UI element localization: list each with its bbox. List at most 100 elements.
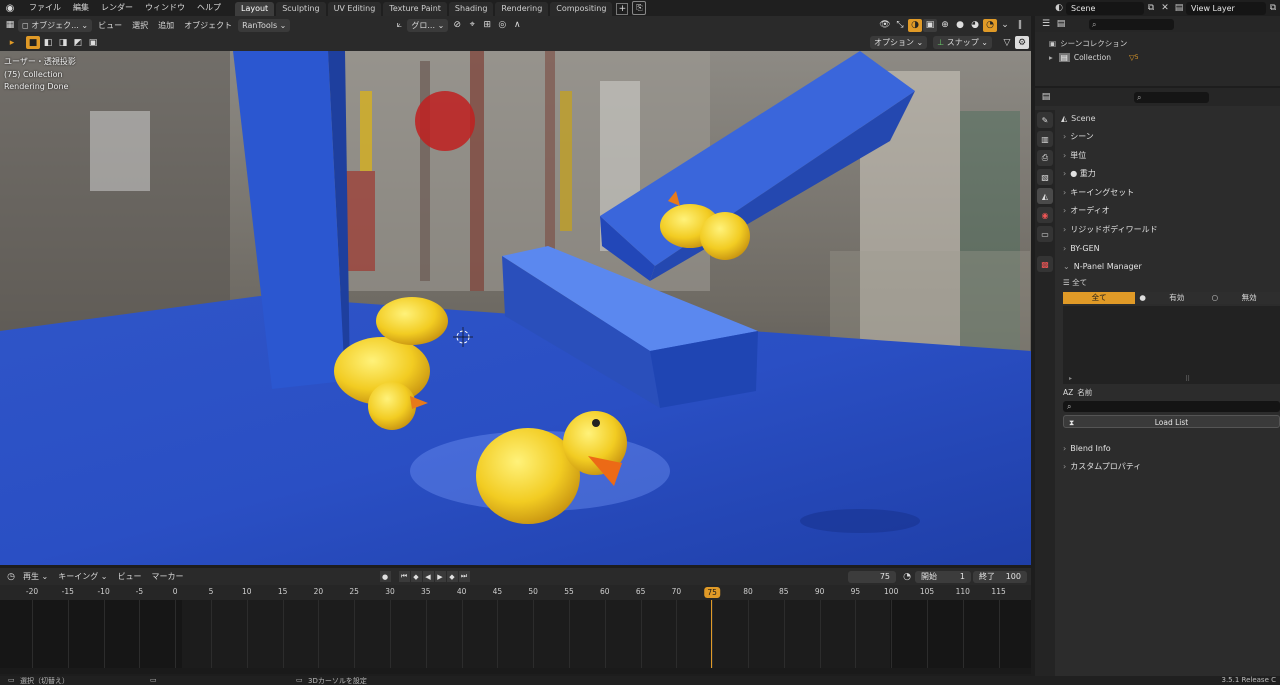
- menu-help[interactable]: ヘルプ: [191, 0, 227, 16]
- timeline-body[interactable]: [0, 600, 1031, 670]
- section-scene[interactable]: › シーン: [1059, 128, 1280, 147]
- expand-chevron-icon[interactable]: ▸: [1049, 53, 1053, 62]
- npanel-search-input[interactable]: ⌕: [1063, 400, 1280, 412]
- gizmo-icon[interactable]: ⤡: [893, 19, 907, 32]
- select-intersect-icon[interactable]: ▣: [86, 36, 100, 49]
- world-tab-icon[interactable]: ◉: [1037, 207, 1053, 223]
- menu-object[interactable]: オブジェクト: [180, 19, 236, 32]
- menu-select[interactable]: 選択: [128, 19, 152, 32]
- select-invert-icon[interactable]: ◩: [71, 36, 85, 49]
- prev-keyframe-icon[interactable]: ◆: [410, 571, 422, 582]
- tab-sculpting[interactable]: Sculpting: [276, 2, 326, 16]
- collection-tab-icon[interactable]: ▭: [1037, 226, 1053, 242]
- playhead-line[interactable]: [711, 600, 712, 670]
- section-blend-info[interactable]: › Blend Info: [1059, 440, 1280, 459]
- menu-keying[interactable]: キーイング ⌄: [54, 570, 111, 583]
- solid-shading-icon[interactable]: ●: [953, 19, 967, 32]
- menu-window[interactable]: ウィンドウ: [139, 0, 191, 16]
- properties-editor-icon[interactable]: ▤: [1039, 91, 1053, 104]
- output-tab-icon[interactable]: ⎙: [1037, 150, 1053, 166]
- tab-uv-editing[interactable]: UV Editing: [327, 2, 382, 16]
- snap-toggle-icon[interactable]: ⌖: [465, 19, 479, 32]
- tab-layout[interactable]: Layout: [235, 2, 275, 16]
- shading-options-icon[interactable]: ⌄: [998, 19, 1012, 32]
- rendered-shading-icon[interactable]: ◔: [983, 18, 997, 32]
- menu-playback[interactable]: 再生 ⌄: [19, 570, 52, 583]
- orientation-dropdown[interactable]: グロ... ⌄: [407, 18, 449, 32]
- menu-marker[interactable]: マーカー: [148, 570, 188, 583]
- select-extend-icon[interactable]: ◧: [41, 36, 55, 49]
- tab-shading[interactable]: Shading: [448, 2, 494, 16]
- section-rigid-body-world[interactable]: › リジッドボディワールド: [1059, 221, 1280, 240]
- scene-name-field[interactable]: Scene: [1066, 1, 1144, 15]
- jump-start-icon[interactable]: ⏮: [398, 571, 410, 582]
- section-npanel-manager[interactable]: ⌄ N-Panel Manager: [1059, 258, 1280, 277]
- display-mode-icon[interactable]: ▤: [1054, 18, 1068, 31]
- properties-search-input[interactable]: ⌕: [1134, 91, 1209, 103]
- copy-scene-icon[interactable]: ⧉: [1144, 2, 1158, 15]
- section-custom-properties[interactable]: › カスタムプロパティ: [1059, 458, 1280, 477]
- record-icon[interactable]: ●: [379, 571, 391, 582]
- seg-enabled-button[interactable]: ● 有効: [1135, 291, 1208, 304]
- timeline-editor-icon[interactable]: ◷: [4, 570, 18, 583]
- select-new-icon[interactable]: ■: [26, 36, 40, 49]
- list-expand-icon[interactable]: ▸: [1069, 375, 1072, 382]
- sort-az-icon[interactable]: AZ: [1063, 388, 1073, 397]
- outliner-search-input[interactable]: ⌕: [1089, 18, 1174, 30]
- menu-add[interactable]: 追加: [154, 19, 178, 32]
- timeline-ruler[interactable]: -20 -15 -10 -5 0 5 10 15 20 25 30 35 40 45 50 55 60 65 70 7…: [0, 585, 1031, 600]
- editor-type-icon[interactable]: ▦: [3, 19, 17, 32]
- rantools-dropdown[interactable]: RanTools ⌄: [238, 18, 291, 32]
- current-frame-field[interactable]: 75: [848, 570, 896, 583]
- tab-rendering[interactable]: Rendering: [495, 2, 549, 16]
- visibility-icon[interactable]: 👁: [878, 19, 892, 32]
- copy-view-layer-icon[interactable]: ⧉: [1266, 2, 1280, 15]
- section-audio[interactable]: › オーディオ: [1059, 202, 1280, 221]
- close-scene-icon[interactable]: ✕: [1158, 2, 1172, 15]
- section-keying-sets[interactable]: › キーイングセット: [1059, 184, 1280, 203]
- outliner-root-row[interactable]: ▣ シーンコレクション: [1035, 38, 1280, 49]
- start-frame-field[interactable]: 開始 1: [915, 570, 971, 583]
- section-gravity[interactable]: › ● 重力: [1059, 165, 1280, 184]
- view-layer-field[interactable]: View Layer: [1186, 1, 1266, 15]
- falloff-icon[interactable]: ∧: [510, 19, 524, 32]
- section-units[interactable]: › 単位: [1059, 147, 1280, 166]
- proportional-edit-icon[interactable]: ◎: [495, 19, 509, 32]
- menu-view[interactable]: ビュー: [94, 19, 126, 32]
- tab-texture-paint[interactable]: Texture Paint: [383, 2, 447, 16]
- pivot-icon[interactable]: ⊘: [450, 19, 464, 32]
- xray-icon[interactable]: ▣: [923, 18, 937, 32]
- end-frame-field[interactable]: 終了 100: [973, 570, 1027, 583]
- scene-icon[interactable]: ◐: [1052, 2, 1066, 15]
- snap-dropdown[interactable]: ⊥ スナップ ⌄: [933, 36, 993, 49]
- blender-logo-icon[interactable]: ◉: [3, 1, 17, 15]
- clock-icon[interactable]: ◔: [900, 570, 914, 583]
- wireframe-shading-icon[interactable]: ⊕: [938, 19, 952, 32]
- workspace-script-icon[interactable]: ⎘: [632, 1, 647, 15]
- next-keyframe-icon[interactable]: ◆: [446, 571, 458, 582]
- load-list-button[interactable]: ⧗ Load List: [1063, 414, 1280, 428]
- gravity-checkbox-icon[interactable]: ●: [1070, 169, 1080, 178]
- view-layer-icon[interactable]: ▤: [1172, 2, 1186, 15]
- section-by-gen[interactable]: › BY-GEN: [1059, 240, 1280, 259]
- view-layer-tab-icon[interactable]: ▧: [1037, 169, 1053, 185]
- snap-target-icon[interactable]: ⊞: [480, 19, 494, 32]
- 3d-viewport[interactable]: ユーザー・透視投影 (75) Collection Rendering Done: [0, 51, 1031, 565]
- options-dropdown[interactable]: オプション ⌄: [870, 36, 928, 49]
- panel-list[interactable]: ▸ ⠿: [1063, 305, 1280, 384]
- timeline-scrollbar[interactable]: [0, 668, 1031, 674]
- list-resize-handle-icon[interactable]: ⠿: [1185, 375, 1190, 383]
- mode-dropdown[interactable]: ◻ オブジェク... ⌄: [18, 18, 93, 32]
- overlay-icon[interactable]: ◑: [908, 18, 922, 32]
- material-shading-icon[interactable]: ◕: [968, 19, 982, 32]
- sidebar-toggle-icon[interactable]: ‖: [1013, 19, 1027, 32]
- jump-end-icon[interactable]: ⏭: [458, 571, 470, 582]
- select-tool-icon[interactable]: ▸: [5, 36, 19, 49]
- play-icon[interactable]: ▶: [434, 571, 446, 582]
- menu-file[interactable]: ファイル: [23, 0, 67, 16]
- play-reverse-icon[interactable]: ◀: [422, 571, 434, 582]
- add-workspace-button[interactable]: +: [616, 3, 629, 15]
- texture-tab-icon[interactable]: ▩: [1037, 256, 1053, 272]
- outliner-editor-icon[interactable]: ☰: [1039, 18, 1053, 31]
- settings-gear-icon[interactable]: ⚙: [1015, 36, 1030, 49]
